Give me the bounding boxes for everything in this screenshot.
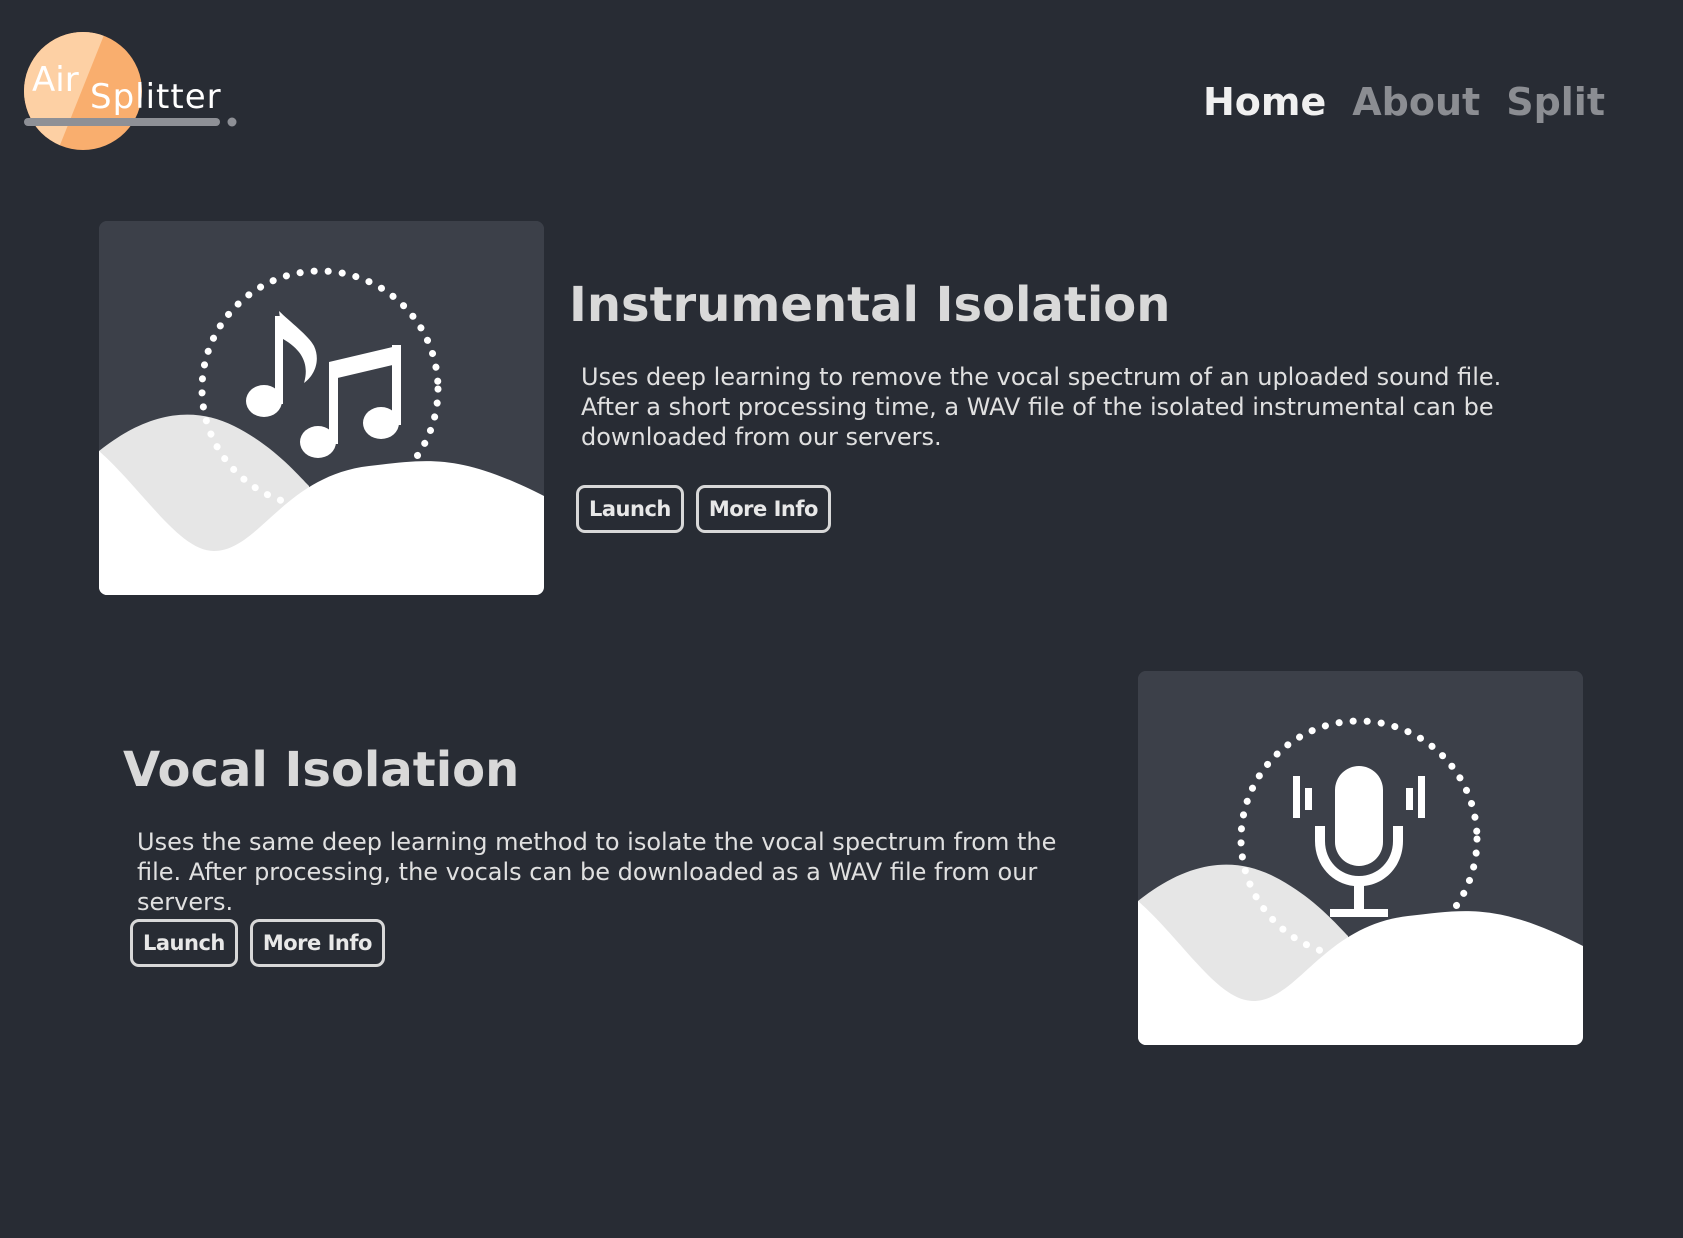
vocal-title: Vocal Isolation: [123, 742, 520, 798]
instrumental-more-info-button[interactable]: More Info: [695, 485, 831, 533]
instrumental-card-image: [99, 221, 544, 595]
nav-split[interactable]: Split: [1506, 80, 1605, 124]
nav-about[interactable]: About: [1352, 80, 1480, 124]
main-nav: Home About Split: [1203, 80, 1605, 124]
logo-text-splitter: Splitter: [90, 77, 222, 117]
vocal-launch-button[interactable]: Launch: [130, 919, 238, 967]
vocal-description: Uses the same deep learning method to is…: [137, 828, 1057, 916]
instrumental-title: Instrumental Isolation: [569, 277, 1171, 333]
vocal-card-image: [1138, 671, 1583, 1045]
nav-home[interactable]: Home: [1203, 80, 1326, 124]
instrumental-launch-button[interactable]: Launch: [576, 485, 684, 533]
instrumental-description: Uses deep learning to remove the vocal s…: [581, 363, 1502, 451]
vocal-button-row: Launch More Info: [130, 919, 385, 967]
logo-text-air: Air: [32, 60, 79, 100]
instrumental-button-row: Launch More Info: [576, 485, 831, 533]
logo[interactable]: Air Splitter: [24, 30, 264, 160]
vocal-more-info-button[interactable]: More Info: [249, 919, 385, 967]
